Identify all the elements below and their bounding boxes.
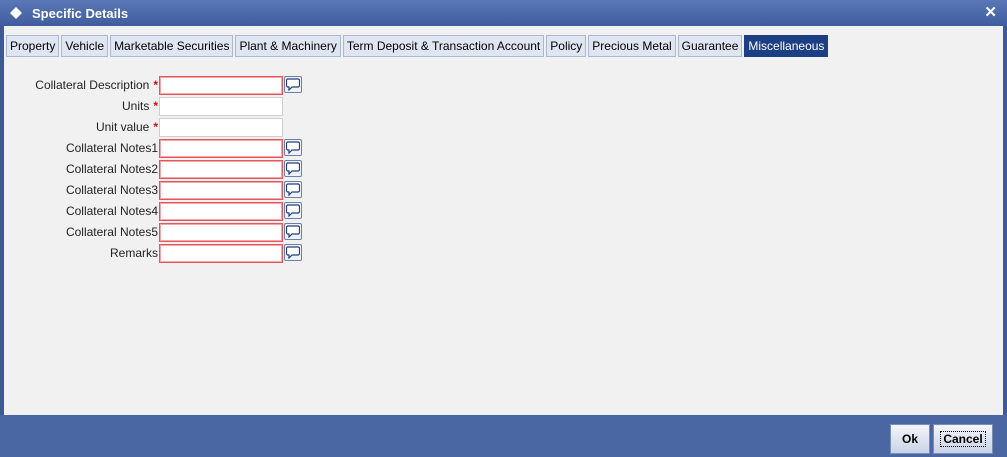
tab-bar: Property Vehicle Marketable Securities P…: [6, 35, 830, 57]
collateral-description-input[interactable]: [159, 76, 283, 95]
speech-bubble-icon: [286, 141, 300, 154]
speech-bubble-icon: [286, 246, 300, 259]
units-input[interactable]: [159, 97, 283, 116]
cancel-button[interactable]: Cancel: [933, 424, 993, 454]
speech-bubble-icon: [286, 225, 300, 238]
remarks-label: Remarks: [109, 246, 158, 260]
notes-edit-button[interactable]: [284, 181, 302, 198]
collateral-notes1-label: Collateral Notes1: [65, 141, 158, 155]
tab-guarantee[interactable]: Guarantee: [677, 35, 743, 57]
collateral-notes4-label: Collateral Notes4: [65, 204, 158, 218]
footer-bar: Ok Cancel: [0, 415, 1007, 457]
tab-miscellaneous[interactable]: Miscellaneous: [744, 35, 829, 57]
tab-property[interactable]: Property: [6, 35, 60, 57]
notes-edit-button[interactable]: [284, 202, 302, 219]
collateral-notes3-label: Collateral Notes3: [65, 183, 158, 197]
required-mark: *: [153, 120, 158, 134]
title-bar: Specific Details ✕: [0, 0, 1007, 26]
ok-button[interactable]: Ok: [890, 424, 930, 454]
unit-value-label: Unit value: [95, 120, 150, 134]
collateral-notes5-input[interactable]: [159, 223, 283, 242]
content-panel: Property Vehicle Marketable Securities P…: [4, 26, 1003, 415]
tab-marketable-securities[interactable]: Marketable Securities: [110, 35, 234, 57]
units-row: Units *: [4, 97, 324, 117]
speech-bubble-icon: [286, 183, 300, 196]
units-label: Units: [121, 99, 150, 113]
collateral-notes1-input[interactable]: [159, 139, 283, 158]
speech-bubble-icon: [286, 162, 300, 175]
unit-value-input[interactable]: [159, 118, 283, 137]
tab-precious-metal[interactable]: Precious Metal: [588, 35, 676, 57]
collateral-notes2-label: Collateral Notes2: [65, 162, 158, 176]
tab-policy[interactable]: Policy: [546, 35, 587, 57]
collateral-notes2-input[interactable]: [159, 160, 283, 179]
speech-bubble-icon: [286, 78, 300, 91]
diamond-icon: [10, 7, 22, 19]
notes-edit-button[interactable]: [284, 160, 302, 177]
cancel-button-label: Cancel: [940, 431, 986, 447]
collateral-notes2-row: Collateral Notes2: [4, 160, 324, 180]
collateral-description-row: Collateral Description *: [4, 76, 324, 96]
required-mark: *: [153, 78, 158, 92]
notes-edit-button[interactable]: [284, 223, 302, 240]
collateral-notes4-input[interactable]: [159, 202, 283, 221]
collateral-notes1-row: Collateral Notes1: [4, 139, 324, 159]
collateral-notes5-row: Collateral Notes5: [4, 223, 324, 243]
window-title: Specific Details: [32, 6, 129, 21]
speech-bubble-icon: [286, 204, 300, 217]
collateral-notes5-label: Collateral Notes5: [65, 225, 158, 239]
unit-value-row: Unit value *: [4, 118, 324, 138]
tab-term-deposit[interactable]: Term Deposit & Transaction Account: [342, 35, 545, 57]
collateral-description-label: Collateral Description: [35, 78, 150, 92]
notes-edit-button[interactable]: [284, 244, 302, 261]
required-mark: *: [153, 99, 158, 113]
collateral-notes3-input[interactable]: [159, 181, 283, 200]
remarks-row: Remarks: [4, 244, 324, 264]
remarks-input[interactable]: [159, 244, 283, 263]
tab-vehicle[interactable]: Vehicle: [61, 35, 109, 57]
close-icon[interactable]: ✕: [984, 3, 997, 21]
collateral-notes4-row: Collateral Notes4: [4, 202, 324, 222]
notes-edit-button[interactable]: [284, 76, 302, 93]
collateral-notes3-row: Collateral Notes3: [4, 181, 324, 201]
notes-edit-button[interactable]: [284, 139, 302, 156]
tab-plant-machinery[interactable]: Plant & Machinery: [235, 35, 341, 57]
